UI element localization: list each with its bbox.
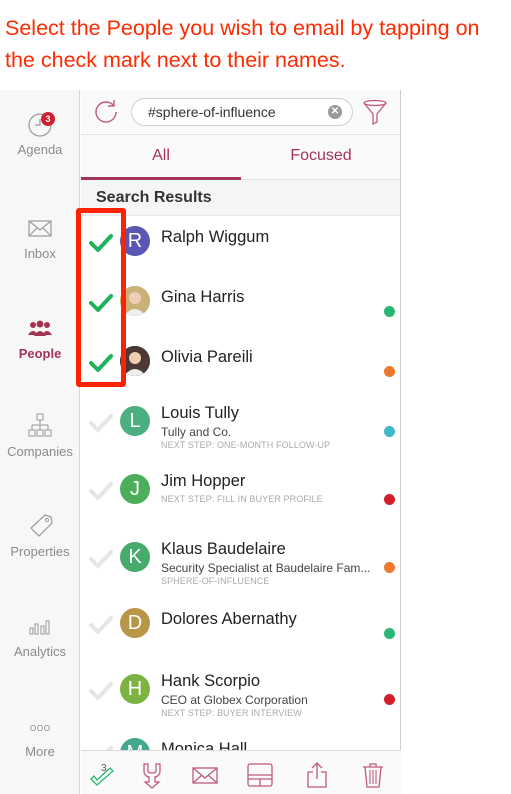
search-toolbar: #sphere-of-influence ✕: [81, 90, 400, 135]
checkmark-selected-icon[interactable]: [88, 349, 114, 375]
avatar: L: [120, 406, 150, 436]
tab-focused[interactable]: Focused: [241, 135, 401, 180]
avatar: J: [120, 474, 150, 504]
status-dot: [384, 426, 395, 437]
list-item[interactable]: J Jim Hopper NEXT STEP: FILL IN BUYER PROF…: [81, 464, 400, 526]
share-icon[interactable]: [303, 761, 331, 789]
bar-chart-icon: [0, 612, 80, 640]
person-next-step: NEXT STEP: ONE-MONTH FOLLOW-UP: [161, 440, 331, 450]
checkmark-unselected-icon[interactable]: [88, 677, 114, 703]
person-name: Olivia Pareili: [161, 348, 253, 366]
checkmark-selected-icon[interactable]: [88, 229, 114, 255]
layout-icon[interactable]: [246, 761, 274, 789]
sidebar-item-label: Analytics: [13, 644, 67, 659]
list-item[interactable]: D Dolores Abernathy: [81, 598, 400, 660]
checkmark-unselected-icon[interactable]: [88, 545, 114, 571]
person-name: Gina Harris: [161, 288, 245, 306]
person-name: Jim Hopper: [161, 472, 246, 490]
sidebar-item-label: Agenda: [17, 142, 63, 157]
avatar: [120, 286, 150, 316]
tag-icon: [0, 512, 80, 540]
sidebar-item-label: Inbox: [24, 246, 56, 261]
checkmark-unselected-icon[interactable]: [88, 409, 114, 435]
status-dot: [384, 694, 395, 705]
checkmark-selected-icon[interactable]: [88, 289, 114, 315]
tab-bar: All Focused: [81, 135, 400, 180]
avatar: H: [120, 674, 150, 704]
person-name: Dolores Abernathy: [161, 610, 297, 628]
sidebar-item-label: More: [25, 744, 55, 759]
trash-icon[interactable]: [359, 761, 387, 789]
refresh-icon[interactable]: [93, 98, 119, 124]
person-name: Klaus Baudelaire: [161, 540, 286, 558]
sidebar: 3 Agenda Inbox People Companies Properti…: [0, 90, 80, 794]
envelope-icon: [0, 214, 80, 242]
instruction-text: Select the People you wish to email by t…: [5, 16, 480, 72]
status-dot: [384, 628, 395, 639]
avatar: R: [120, 226, 150, 256]
person-subtitle: Tully and Co.: [161, 425, 232, 439]
list-item[interactable]: R Ralph Wiggum: [81, 216, 400, 278]
person-subtitle: Security Specialist at Baudelaire Fam...: [161, 561, 371, 575]
tab-all[interactable]: All: [81, 135, 241, 180]
search-value: #sphere-of-influence: [148, 104, 276, 120]
avatar: [120, 346, 150, 376]
sidebar-item-inbox[interactable]: Inbox: [0, 214, 80, 261]
person-next-step: SPHERE-OF-INFLUENCE: [161, 576, 270, 586]
sidebar-item-label: People: [18, 346, 62, 361]
people-panel: #sphere-of-influence ✕ All Focused Searc…: [81, 90, 401, 794]
list-item[interactable]: H Hank Scorpio CEO at Globex Corporation NE…: [81, 664, 400, 726]
person-next-step: NEXT STEP: BUYER INTERVIEW: [161, 708, 302, 718]
person-name: Hank Scorpio: [161, 672, 261, 690]
list-item[interactable]: Gina Harris: [81, 276, 400, 338]
sidebar-item-analytics[interactable]: Analytics: [0, 612, 80, 659]
person-name: Ralph Wiggum: [161, 228, 270, 246]
sidebar-item-properties[interactable]: Properties: [0, 512, 80, 559]
selected-count: 3: [101, 763, 107, 774]
status-dot: [384, 494, 395, 505]
person-subtitle: CEO at Globex Corporation: [161, 693, 308, 707]
person-name: Louis Tully: [161, 404, 239, 422]
list-item[interactable]: K Klaus Baudelaire Security Specialist at …: [81, 532, 400, 594]
person-next-step: NEXT STEP: FILL IN BUYER PROFILE: [161, 494, 323, 504]
clock-icon: 3: [0, 110, 80, 138]
status-dot: [384, 306, 395, 317]
checkmark-unselected-icon[interactable]: [88, 477, 114, 503]
select-all-icon[interactable]: 3: [89, 761, 117, 789]
people-list: R Ralph Wiggum Gina Harris Olivia Pareili L L…: [81, 216, 400, 754]
filter-icon[interactable]: [362, 98, 388, 126]
agenda-badge: 3: [41, 112, 55, 126]
clear-search-icon[interactable]: ✕: [328, 105, 342, 119]
email-icon[interactable]: [191, 761, 219, 789]
list-item[interactable]: L Louis Tully Tully and Co. NEXT STEP: ONE-…: [81, 396, 400, 458]
sidebar-item-more[interactable]: More: [0, 712, 80, 759]
section-title: Search Results: [81, 180, 400, 216]
avatar: K: [120, 542, 150, 572]
sidebar-item-label: Companies: [7, 444, 73, 459]
bottom-action-bar: 3: [81, 750, 401, 794]
merge-icon[interactable]: [138, 761, 166, 789]
search-input[interactable]: #sphere-of-influence ✕: [131, 98, 353, 126]
sidebar-item-people[interactable]: People: [0, 314, 80, 361]
sidebar-item-agenda[interactable]: 3 Agenda: [0, 110, 80, 157]
status-dot: [384, 562, 395, 573]
sidebar-item-label: Properties: [10, 544, 70, 559]
sidebar-item-companies[interactable]: Companies: [0, 412, 80, 459]
status-dot: [384, 366, 395, 377]
org-chart-icon: [0, 412, 80, 440]
avatar: D: [120, 608, 150, 638]
list-item[interactable]: Olivia Pareili: [81, 336, 400, 398]
people-icon: [0, 314, 80, 342]
more-dots-icon: [0, 712, 80, 740]
checkmark-unselected-icon[interactable]: [88, 611, 114, 637]
